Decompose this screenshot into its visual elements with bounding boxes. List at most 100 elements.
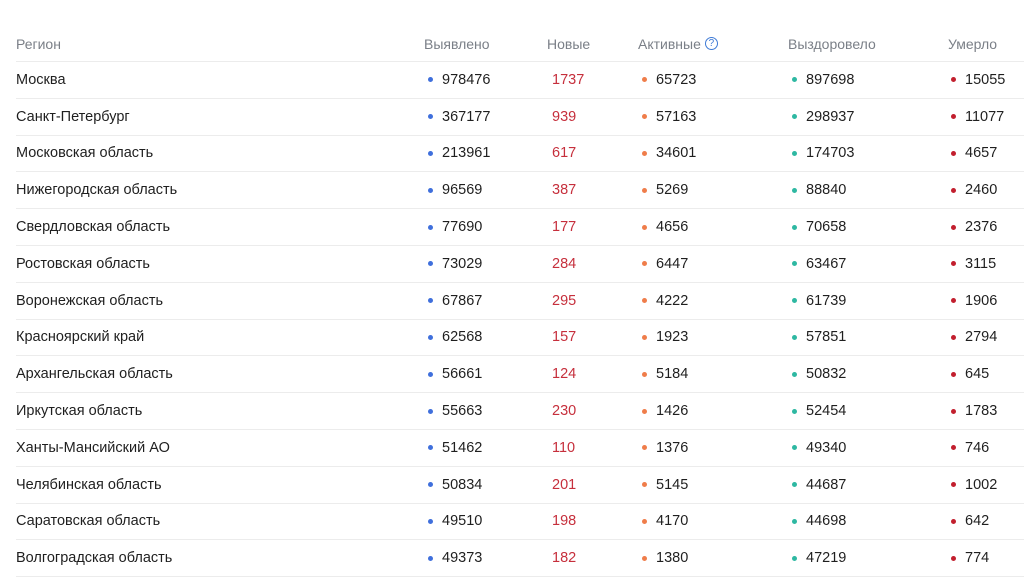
died-dot-icon: [951, 482, 956, 488]
region-name: Московская область: [16, 145, 154, 162]
header-died[interactable]: Умерло: [948, 26, 997, 61]
found-value: 49373: [442, 550, 483, 567]
found-cell: 55663: [428, 393, 482, 429]
active-cell: 1376: [642, 430, 688, 466]
recovered-dot-icon: [792, 187, 797, 193]
table-row[interactable]: Красноярский край 62568 157 1923 57851 2794: [16, 320, 1024, 357]
died-cell: 642: [951, 504, 989, 540]
found-value: 56661: [442, 366, 483, 383]
died-value: 746: [965, 439, 990, 456]
active-value: 4170: [656, 513, 689, 530]
active-value: 1426: [656, 403, 689, 420]
table-row[interactable]: Нижегородская область 96569 387 5269 88840 24…: [16, 172, 1024, 210]
active-value: 4222: [656, 292, 689, 309]
question-icon[interactable]: ?: [704, 37, 718, 50]
new-value: 939: [552, 108, 577, 125]
table-row[interactable]: Архангельская область 56661 124 5184 50832 64…: [16, 356, 1024, 394]
table-row[interactable]: Свердловская область 77690 177 4656 70658 237…: [16, 209, 1024, 246]
table-row[interactable]: Челябинская область 50834 201 5145 44687 1002: [16, 467, 1024, 504]
active-dot-icon: [642, 408, 647, 414]
new-value: 230: [552, 403, 577, 420]
died-cell: 2376: [951, 209, 997, 245]
active-dot-icon: [642, 77, 647, 83]
new-cell: 177: [552, 209, 576, 245]
recovered-value: 47219: [806, 550, 847, 567]
table-row[interactable]: Московская область 213961 617 34601 174703 46…: [16, 136, 1024, 173]
table-row[interactable]: Иркутская область 55663 230 1426 52454 1783: [16, 393, 1024, 430]
active-cell: 1380: [642, 540, 688, 576]
active-value: 57163: [656, 108, 697, 125]
found-dot-icon: [428, 518, 433, 524]
active-cell: 4656: [642, 209, 688, 245]
active-cell: 34601: [642, 136, 696, 172]
header-found[interactable]: Выявлено: [424, 26, 490, 61]
new-cell: 201: [552, 467, 576, 503]
recovered-cell: 174703: [792, 136, 854, 172]
active-value: 4656: [656, 219, 689, 236]
recovered-cell: 47219: [792, 540, 846, 576]
active-cell: 5269: [642, 172, 688, 208]
header-new[interactable]: Новые: [547, 26, 590, 61]
new-value: 1737: [552, 71, 585, 88]
recovered-dot-icon: [792, 298, 797, 304]
region-name: Воронежская область: [16, 292, 164, 309]
died-value: 4657: [965, 145, 998, 162]
found-dot-icon: [428, 334, 433, 340]
header-region[interactable]: Регион: [16, 26, 61, 61]
active-dot-icon: [642, 114, 647, 120]
died-cell: 2460: [951, 172, 997, 208]
died-cell: 15055: [951, 62, 1005, 98]
table-row[interactable]: Волгоградская область 49373 182 1380 47219 77…: [16, 540, 1024, 577]
found-value: 96569: [442, 182, 483, 199]
found-dot-icon: [428, 224, 433, 230]
recovered-cell: 897698: [792, 62, 854, 98]
died-value: 11077: [965, 108, 1005, 125]
found-value: 73029: [442, 255, 483, 272]
died-cell: 3115: [951, 246, 996, 282]
recovered-dot-icon: [792, 114, 797, 120]
recovered-dot-icon: [792, 555, 797, 561]
table-row[interactable]: Санкт-Петербург 367177 939 57163 298937 11077: [16, 99, 1024, 136]
died-dot-icon: [951, 261, 956, 267]
found-cell: 77690: [428, 209, 482, 245]
header-active-label: Активные: [638, 35, 701, 52]
header-active[interactable]: Активные ?: [638, 26, 718, 61]
found-cell: 213961: [428, 136, 490, 172]
table-row[interactable]: Воронежская область 67867 295 4222 61739 1906: [16, 283, 1024, 320]
active-cell: 5184: [642, 356, 688, 392]
region-name: Челябинская область: [16, 476, 162, 493]
found-value: 978476: [442, 71, 491, 88]
found-cell: 73029: [428, 246, 482, 282]
table-row[interactable]: Ханты-Мансийский АО 51462 110 1376 49340 746: [16, 430, 1024, 467]
new-cell: 387: [552, 172, 576, 208]
table-row[interactable]: Москва 978476 1737 65723 897698 15055: [16, 62, 1024, 99]
new-value: 387: [552, 182, 577, 199]
died-dot-icon: [951, 224, 956, 230]
active-value: 6447: [656, 255, 689, 272]
active-cell: 4170: [642, 504, 688, 540]
new-value: 284: [552, 255, 577, 272]
recovered-dot-icon: [792, 334, 797, 340]
table-row[interactable]: Ростовская область 73029 284 6447 63467 3115: [16, 246, 1024, 283]
recovered-cell: 44687: [792, 467, 846, 503]
active-value: 5184: [656, 366, 689, 383]
recovered-dot-icon: [792, 408, 797, 414]
new-value: 182: [552, 550, 577, 567]
active-cell: 65723: [642, 62, 696, 98]
new-cell: 284: [552, 246, 576, 282]
died-value: 3115: [965, 255, 997, 272]
died-value: 1002: [965, 476, 998, 493]
died-value: 645: [965, 366, 990, 383]
new-cell: 182: [552, 540, 576, 576]
found-cell: 49373: [428, 540, 482, 576]
found-dot-icon: [428, 77, 433, 83]
recovered-dot-icon: [792, 77, 797, 83]
active-dot-icon: [642, 298, 647, 304]
found-value: 55663: [442, 403, 483, 420]
table-row[interactable]: Саратовская область 49510 198 4170 44698 642: [16, 504, 1024, 541]
found-cell: 56661: [428, 356, 482, 392]
recovered-dot-icon: [792, 445, 797, 451]
header-recovered[interactable]: Выздоровело: [788, 26, 876, 61]
region-name: Ростовская область: [16, 255, 150, 272]
recovered-cell: 63467: [792, 246, 846, 282]
